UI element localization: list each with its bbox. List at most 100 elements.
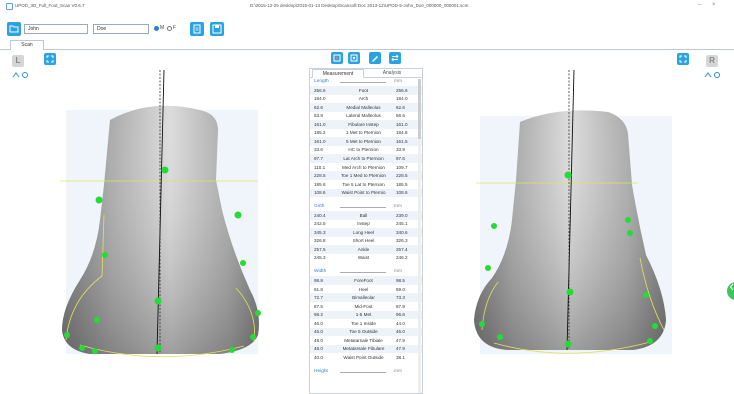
left-value: 326.8 — [314, 238, 326, 244]
pen-tool-button[interactable] — [369, 52, 381, 64]
swap-icon — [391, 54, 399, 62]
right-landmark-4 — [485, 265, 491, 271]
measurement-row[interactable]: 161.0 Fibulare Instep 161.0 — [310, 120, 422, 129]
view-side-icon — [350, 54, 358, 62]
save-button[interactable] — [210, 22, 224, 36]
measurement-row[interactable]: 245.3 Waist 246.2 — [310, 254, 422, 263]
measurement-row[interactable]: 256.6 Foot 256.6 — [310, 86, 422, 95]
measurement-row[interactable]: 240.4 Ball 239.0 — [310, 211, 422, 220]
left-value: 184.0 — [314, 96, 326, 102]
left-landmark-9 — [250, 334, 256, 340]
left-value: 108.6 — [314, 190, 326, 196]
gender-f-radio[interactable] — [167, 26, 172, 31]
gender-f-label: F — [173, 25, 177, 31]
measurement-row[interactable]: 97.7 Lat Arch to Pternion 97.6 — [310, 154, 422, 163]
right-value: 256.6 — [396, 87, 408, 93]
left-value: 345.3 — [314, 229, 326, 235]
measurement-row[interactable]: 62.6 Medial Malleolus 62.6 — [310, 103, 422, 112]
measurement-row[interactable]: 98.2 1-5 Met 96.6 — [310, 310, 422, 320]
pen-icon — [372, 56, 378, 62]
measurement-row[interactable]: 98.8 ForeFoot 98.5 — [310, 276, 422, 285]
right-value: 161.5 — [396, 138, 408, 144]
right-value: 96.6 — [396, 312, 405, 318]
section-header-2: Width mm — [310, 268, 422, 276]
measurement-row[interactable]: 185.6 Toe 5 Lat to Pternion 185.5 — [310, 180, 422, 189]
right-foot-viewport[interactable]: R — [428, 50, 734, 394]
right-foot-render — [474, 69, 672, 354]
measurement-row[interactable]: 257.5 Ankle 257.4 — [310, 245, 422, 254]
view-side-button[interactable] — [348, 52, 360, 64]
measurement-row[interactable]: 185.2 1 Met to Pternion 184.8 — [310, 129, 422, 138]
last-name-field[interactable] — [93, 24, 149, 34]
measurement-row[interactable]: 33.6 HC to Pternion 33.9 — [310, 146, 422, 155]
minimize-button[interactable]: – — [698, 2, 701, 8]
right-value: 87.9 — [396, 303, 405, 309]
right-value: 161.0 — [396, 121, 408, 127]
left-value: 257.5 — [314, 246, 326, 252]
chevron-left-icon — [729, 283, 734, 291]
measurement-row[interactable]: 87.5 Mid-Foot 87.9 — [310, 302, 422, 311]
measurement-row[interactable]: 110.1 Med Arch to Pternion 109.7 — [310, 163, 422, 172]
tab-scan[interactable]: Scan — [10, 40, 44, 50]
right-value: 97.6 — [396, 155, 405, 161]
measurement-row[interactable]: 48.0 Metatarsale Tibiale 47.9 — [310, 336, 422, 345]
measurement-row[interactable]: 345.3 Long Heel 340.6 — [310, 228, 422, 237]
close-button[interactable]: × — [712, 2, 716, 8]
left-foot-viewport[interactable]: L — [0, 50, 306, 394]
measurement-row[interactable]: 184.0 Arch 184.0 — [310, 95, 422, 104]
clipboard-icon — [193, 24, 201, 34]
first-name-field[interactable] — [24, 24, 88, 34]
file-path: D:\2015-12-25 desktop\2015-01-13 Desktop… — [250, 3, 469, 8]
measurement-row[interactable]: 61.8 Heel 59.0 — [310, 285, 422, 294]
right-value: 45.0 — [396, 329, 405, 335]
tab-analysis[interactable]: Analysis — [366, 69, 418, 78]
left-landmark-3 — [102, 252, 108, 258]
measurement-name: Toe 5 Outside — [349, 329, 378, 335]
left-value: 48.0 — [314, 337, 323, 343]
right-value: 239.0 — [396, 212, 408, 218]
left-value: 240.4 — [314, 212, 326, 218]
measurement-name: Ankle — [357, 246, 370, 252]
measurement-name: Lat Arch to Pternion — [343, 155, 384, 161]
left-value: 98.8 — [314, 277, 323, 283]
left-value: 242.5 — [314, 221, 326, 227]
left-landmark-10 — [79, 345, 85, 351]
measurement-row[interactable]: 326.8 Short Heel 326.3 — [310, 237, 422, 246]
panel-scrollbar[interactable] — [418, 79, 421, 393]
tab-measurement[interactable]: Measurement — [312, 69, 364, 78]
report-button[interactable] — [190, 22, 204, 36]
measurement-row[interactable]: 46.0 Toe 1 Inside 44.0 — [310, 319, 422, 328]
section-header-1: Girth mm — [310, 203, 422, 211]
right-value: 33.9 — [396, 147, 405, 153]
measurement-row[interactable]: 161.0 5 Met to Pternion 161.5 — [310, 137, 422, 146]
open-folder-button[interactable] — [7, 22, 21, 36]
measurement-name: Metatarsale Tibiale — [344, 337, 383, 343]
view-front-button[interactable] — [331, 52, 343, 64]
section-header-3: Height mm — [310, 368, 422, 376]
app-icon — [6, 3, 13, 10]
measurement-row[interactable]: 53.8 Lateral Malleolus 56.6 — [310, 112, 422, 121]
left-landmark-5 — [154, 297, 162, 305]
gender-m-label: M — [160, 25, 165, 31]
right-landmark-3 — [627, 230, 633, 236]
measurement-name: Heel — [358, 286, 369, 292]
right-landmark-7 — [479, 321, 485, 327]
right-landmark-6 — [643, 292, 649, 298]
panel-scrollbar-thumb[interactable] — [418, 79, 421, 139]
left-value: 45.0 — [314, 329, 323, 335]
left-landmark-7 — [255, 310, 261, 316]
save-icon — [212, 24, 222, 34]
measurement-row[interactable]: 48.0 Metatarsale Fibulare 47.9 — [310, 344, 422, 354]
left-value: 46.0 — [314, 320, 323, 326]
measurement-row[interactable]: 40.0 Waist Point Outside 38.1 — [310, 353, 422, 362]
measurement-row[interactable]: 45.0 Toe 5 Outside 45.0 — [310, 327, 422, 337]
right-landmark-5 — [566, 288, 574, 296]
measurement-name: Ball — [359, 212, 368, 218]
right-value: 246.2 — [396, 255, 408, 261]
measurement-row[interactable]: 72.7 Bimalleolar 73.3 — [310, 293, 422, 303]
gender-m-radio[interactable] — [154, 26, 159, 31]
measurement-row[interactable]: 228.5 Toe 1 Med to Pternion 228.5 — [310, 171, 422, 181]
swap-button[interactable] — [389, 52, 401, 64]
measurement-row[interactable]: 242.5 Instep 245.1 — [310, 220, 422, 229]
measurement-row[interactable]: 108.6 Waist Point to Pternio 108.6 — [310, 188, 422, 198]
